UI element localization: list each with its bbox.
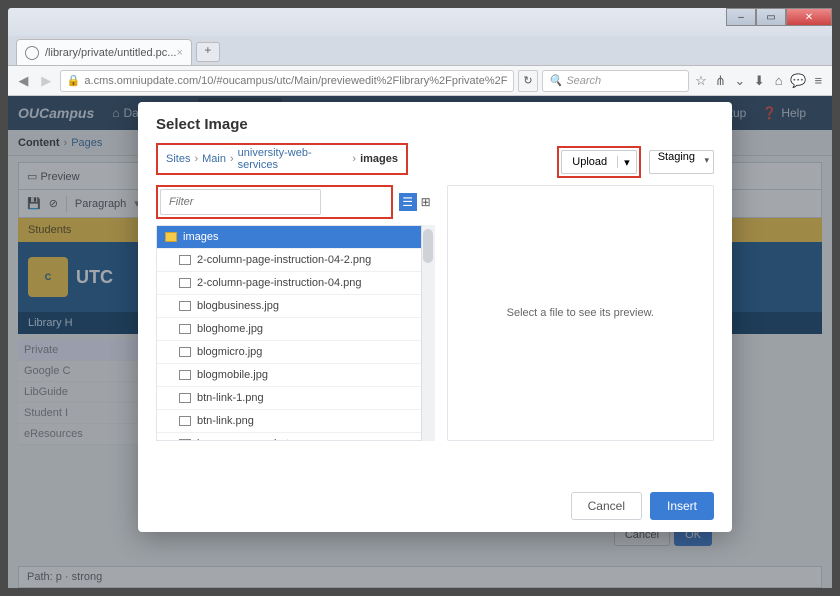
preview-hint: Select a file to see its preview. — [507, 307, 654, 319]
file-row[interactable]: blogbusiness.jpg — [157, 294, 434, 317]
url-field[interactable]: 🔒 a.cms.omniupdate.com/10/#oucampus/utc/… — [60, 70, 515, 92]
image-file-icon — [179, 439, 191, 441]
file-row[interactable]: blogmobile.jpg — [157, 363, 434, 386]
pocket-icon[interactable]: ⌄ — [732, 72, 747, 90]
file-name: bursar-screen-shot.png — [197, 438, 311, 441]
file-row[interactable]: 2-column-page-instruction-04.png — [157, 271, 434, 294]
image-file-icon — [179, 393, 191, 403]
file-name: blogbusiness.jpg — [197, 300, 279, 312]
modal-footer: Cancel Insert — [571, 492, 714, 520]
file-name: blogmicro.jpg — [197, 346, 262, 358]
scroll-thumb[interactable] — [423, 229, 433, 263]
browser-tab-title: /library/private/untitled.pc... — [45, 47, 176, 59]
preview-pane: Select a file to see its preview. — [447, 185, 714, 441]
globe-icon — [25, 46, 39, 60]
bc-sites[interactable]: Sites — [166, 153, 190, 165]
modal-title: Select Image — [156, 116, 714, 133]
bc-images: images — [360, 153, 398, 165]
url-text: a.cms.omniupdate.com/10/#oucampus/utc/Ma… — [84, 75, 507, 87]
image-file-icon — [179, 255, 191, 265]
highlight-filter — [156, 185, 393, 219]
folder-header[interactable]: images — [157, 226, 434, 248]
file-row[interactable]: btn-link.png — [157, 409, 434, 432]
select-image-modal: Select Image Sites› Main› university-web… — [138, 102, 732, 532]
file-list: images 2-column-page-instruction-04-2.pn… — [156, 225, 435, 441]
image-file-icon — [179, 370, 191, 380]
download-icon[interactable]: ⬇ — [752, 72, 767, 90]
image-file-icon — [179, 416, 191, 426]
browser-tab[interactable]: /library/private/untitled.pc... × — [16, 39, 192, 65]
forward-button[interactable]: ▶ — [37, 70, 56, 92]
file-name: 2-column-page-instruction-04-2.png — [197, 254, 371, 266]
bc-uws[interactable]: university-web-services — [238, 147, 349, 171]
scrollbar[interactable] — [421, 225, 435, 441]
file-row[interactable]: bursar-screen-shot.png — [157, 432, 434, 441]
browser-toolbar: ◀ ▶ 🔒 a.cms.omniupdate.com/10/#oucampus/… — [8, 66, 832, 96]
staging-select[interactable]: Staging — [649, 150, 714, 174]
browser-tabstrip: /library/private/untitled.pc... × + — [8, 36, 832, 66]
image-file-icon — [179, 324, 191, 334]
menu-icon[interactable]: ≡ — [811, 72, 826, 90]
search-icon: 🔍 — [549, 74, 563, 87]
file-row[interactable]: 2-column-page-instruction-04-2.png — [157, 248, 434, 271]
bc-main[interactable]: Main — [202, 153, 226, 165]
grid-view-button[interactable]: ⊞ — [417, 193, 435, 211]
image-file-icon — [179, 278, 191, 288]
list-view-button[interactable]: ☰ — [399, 193, 417, 211]
tab-close-icon[interactable]: × — [176, 47, 182, 59]
share-icon[interactable]: ⋔ — [713, 72, 728, 90]
window-frame: – ▭ ✕ /library/private/untitled.pc... × … — [0, 0, 840, 596]
view-toggle: ☰ ⊞ — [399, 193, 435, 211]
window-titlebar: – ▭ ✕ — [8, 8, 832, 36]
file-name: blogmobile.jpg — [197, 369, 268, 381]
chat-icon[interactable]: 💬 — [790, 72, 806, 90]
search-placeholder: Search — [566, 75, 601, 87]
upload-row: Upload ▾ Staging — [557, 146, 714, 178]
file-name: btn-link.png — [197, 415, 254, 427]
back-button[interactable]: ◀ — [14, 70, 33, 92]
file-row[interactable]: blogmicro.jpg — [157, 340, 434, 363]
file-row[interactable]: btn-link-1.png — [157, 386, 434, 409]
home-icon[interactable]: ⌂ — [771, 72, 786, 90]
file-row[interactable]: bloghome.jpg — [157, 317, 434, 340]
lock-icon: 🔒 — [67, 74, 81, 87]
modal-cancel-button[interactable]: Cancel — [571, 492, 642, 520]
folder-icon — [165, 232, 177, 242]
file-name: btn-link-1.png — [197, 392, 264, 404]
file-name: 2-column-page-instruction-04.png — [197, 277, 361, 289]
window-maximize-button[interactable]: ▭ — [756, 8, 786, 26]
image-file-icon — [179, 301, 191, 311]
upload-button[interactable]: Upload ▾ — [561, 150, 636, 174]
new-tab-button[interactable]: + — [196, 42, 220, 62]
modal-breadcrumb: Sites› Main› university-web-services› im… — [160, 147, 404, 171]
browser-search-field[interactable]: 🔍 Search — [542, 70, 690, 92]
chevron-down-icon[interactable]: ▾ — [618, 156, 636, 169]
star-icon[interactable]: ☆ — [693, 72, 708, 90]
modal-insert-button[interactable]: Insert — [650, 492, 714, 520]
highlight-breadcrumb: Sites› Main› university-web-services› im… — [156, 143, 408, 175]
page-content: OUCampus ⌂Dashboard 📁Content 📋Reports ✚A… — [8, 96, 832, 588]
highlight-upload: Upload ▾ — [557, 146, 640, 178]
image-file-icon — [179, 347, 191, 357]
window-close-button[interactable]: ✕ — [786, 8, 832, 26]
file-name: bloghome.jpg — [197, 323, 263, 335]
filter-input[interactable] — [160, 189, 321, 215]
file-browser: ☰ ⊞ images 2-column-page-instruction-04-… — [156, 185, 435, 441]
reload-button[interactable]: ↻ — [518, 70, 537, 92]
window-minimize-button[interactable]: – — [726, 8, 756, 26]
